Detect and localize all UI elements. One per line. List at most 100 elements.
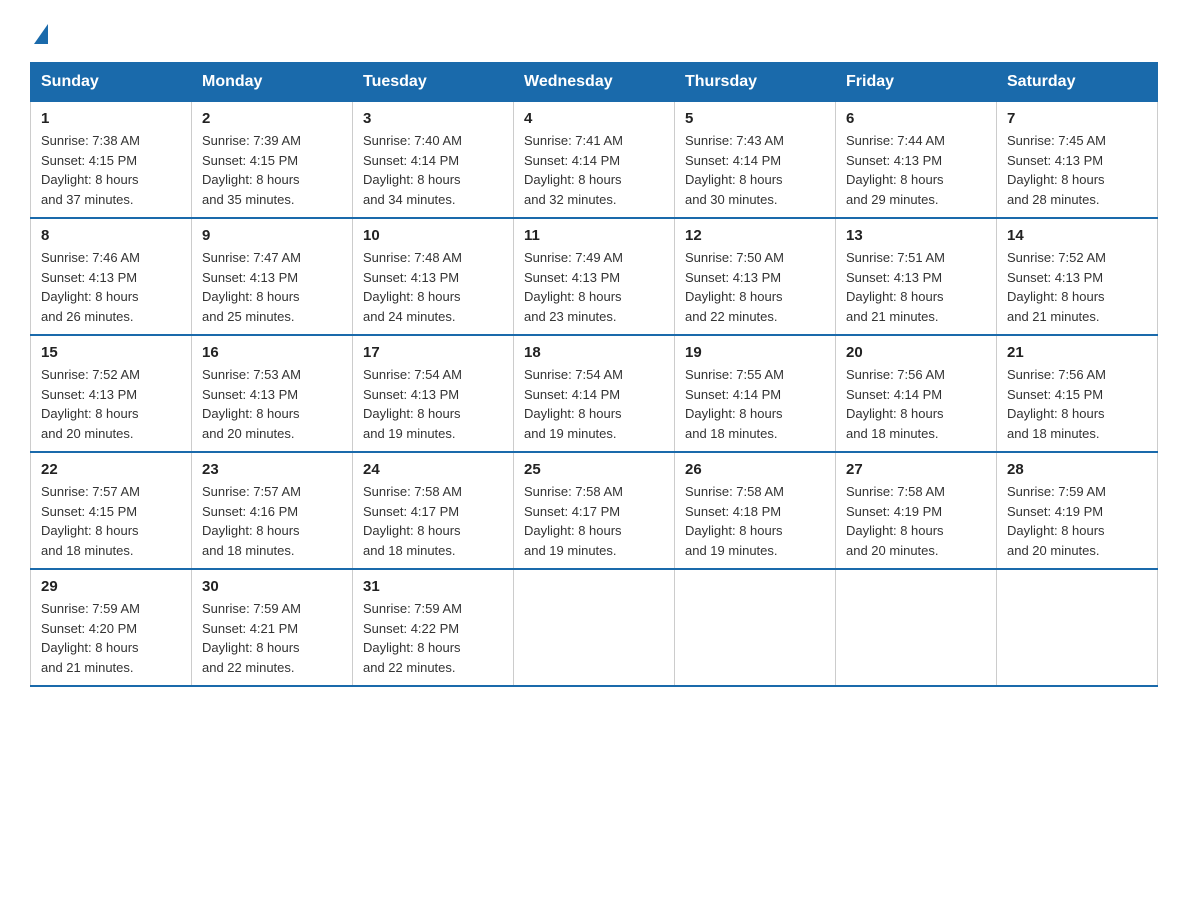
- day-info: Sunrise: 7:52 AMSunset: 4:13 PMDaylight:…: [1007, 248, 1147, 326]
- calendar-week-row: 22 Sunrise: 7:57 AMSunset: 4:15 PMDayligh…: [31, 452, 1158, 569]
- day-number: 30: [202, 578, 342, 595]
- day-info: Sunrise: 7:45 AMSunset: 4:13 PMDaylight:…: [1007, 131, 1147, 209]
- day-info: Sunrise: 7:54 AMSunset: 4:14 PMDaylight:…: [524, 365, 664, 443]
- weekday-header: Friday: [836, 63, 997, 102]
- logo-triangle-icon: [34, 24, 48, 44]
- calendar-cell: 1Sunrise: 7:38 AMSunset: 4:15 PMDaylight…: [31, 102, 192, 219]
- day-info: Sunrise: 7:59 AMSunset: 4:22 PMDaylight:…: [363, 599, 503, 677]
- calendar-cell: [836, 569, 997, 686]
- calendar-cell: 3 Sunrise: 7:40 AMSunset: 4:14 PMDaylight…: [353, 102, 514, 219]
- day-number: 11: [524, 227, 664, 244]
- calendar-cell: 31 Sunrise: 7:59 AMSunset: 4:22 PMDayligh…: [353, 569, 514, 686]
- day-info: Sunrise: 7:50 AMSunset: 4:13 PMDaylight:…: [685, 248, 825, 326]
- day-info: Sunrise: 7:43 AMSunset: 4:14 PMDaylight:…: [685, 131, 825, 209]
- day-number: 22: [41, 461, 181, 478]
- day-number: 28: [1007, 461, 1147, 478]
- day-number: 23: [202, 461, 342, 478]
- weekday-header: Sunday: [31, 63, 192, 102]
- calendar-cell: 27 Sunrise: 7:58 AMSunset: 4:19 PMDayligh…: [836, 452, 997, 569]
- day-number: 8: [41, 227, 181, 244]
- day-number: 1: [41, 110, 181, 127]
- day-info: Sunrise: 7:59 AMSunset: 4:19 PMDaylight:…: [1007, 482, 1147, 560]
- day-info: Sunrise: 7:48 AMSunset: 4:13 PMDaylight:…: [363, 248, 503, 326]
- day-info: Sunrise: 7:57 AMSunset: 4:15 PMDaylight:…: [41, 482, 181, 560]
- calendar-cell: 7 Sunrise: 7:45 AMSunset: 4:13 PMDaylight…: [997, 102, 1158, 219]
- day-number: 14: [1007, 227, 1147, 244]
- calendar-cell: 12 Sunrise: 7:50 AMSunset: 4:13 PMDayligh…: [675, 218, 836, 335]
- calendar-week-row: 29 Sunrise: 7:59 AMSunset: 4:20 PMDayligh…: [31, 569, 1158, 686]
- calendar-cell: 18 Sunrise: 7:54 AMSunset: 4:14 PMDayligh…: [514, 335, 675, 452]
- calendar-cell: 5 Sunrise: 7:43 AMSunset: 4:14 PMDaylight…: [675, 102, 836, 219]
- day-info: Sunrise: 7:52 AMSunset: 4:13 PMDaylight:…: [41, 365, 181, 443]
- day-info: Sunrise: 7:53 AMSunset: 4:13 PMDaylight:…: [202, 365, 342, 443]
- calendar-cell: 29 Sunrise: 7:59 AMSunset: 4:20 PMDayligh…: [31, 569, 192, 686]
- day-info: Sunrise: 7:55 AMSunset: 4:14 PMDaylight:…: [685, 365, 825, 443]
- day-info: Sunrise: 7:58 AMSunset: 4:17 PMDaylight:…: [524, 482, 664, 560]
- weekday-header: Monday: [192, 63, 353, 102]
- calendar-cell: 22 Sunrise: 7:57 AMSunset: 4:15 PMDayligh…: [31, 452, 192, 569]
- logo: [30, 20, 48, 42]
- day-info: Sunrise: 7:59 AMSunset: 4:21 PMDaylight:…: [202, 599, 342, 677]
- day-number: 3: [363, 110, 503, 127]
- day-info: Sunrise: 7:58 AMSunset: 4:19 PMDaylight:…: [846, 482, 986, 560]
- weekday-header: Tuesday: [353, 63, 514, 102]
- day-info: Sunrise: 7:51 AMSunset: 4:13 PMDaylight:…: [846, 248, 986, 326]
- calendar-cell: [997, 569, 1158, 686]
- calendar-week-row: 1Sunrise: 7:38 AMSunset: 4:15 PMDaylight…: [31, 102, 1158, 219]
- day-number: 9: [202, 227, 342, 244]
- calendar-week-row: 8 Sunrise: 7:46 AMSunset: 4:13 PMDaylight…: [31, 218, 1158, 335]
- day-number: 2: [202, 110, 342, 127]
- day-number: 5: [685, 110, 825, 127]
- day-number: 29: [41, 578, 181, 595]
- day-info: Sunrise: 7:57 AMSunset: 4:16 PMDaylight:…: [202, 482, 342, 560]
- day-number: 12: [685, 227, 825, 244]
- calendar-cell: 24 Sunrise: 7:58 AMSunset: 4:17 PMDayligh…: [353, 452, 514, 569]
- day-number: 26: [685, 461, 825, 478]
- day-number: 7: [1007, 110, 1147, 127]
- calendar-cell: 11 Sunrise: 7:49 AMSunset: 4:13 PMDayligh…: [514, 218, 675, 335]
- calendar-week-row: 15Sunrise: 7:52 AMSunset: 4:13 PMDayligh…: [31, 335, 1158, 452]
- day-number: 27: [846, 461, 986, 478]
- day-info: Sunrise: 7:56 AMSunset: 4:14 PMDaylight:…: [846, 365, 986, 443]
- calendar-cell: 17 Sunrise: 7:54 AMSunset: 4:13 PMDayligh…: [353, 335, 514, 452]
- calendar-cell: 16 Sunrise: 7:53 AMSunset: 4:13 PMDayligh…: [192, 335, 353, 452]
- day-number: 25: [524, 461, 664, 478]
- day-number: 21: [1007, 344, 1147, 361]
- day-info: Sunrise: 7:49 AMSunset: 4:13 PMDaylight:…: [524, 248, 664, 326]
- day-info: Sunrise: 7:59 AMSunset: 4:20 PMDaylight:…: [41, 599, 181, 677]
- day-info: Sunrise: 7:56 AMSunset: 4:15 PMDaylight:…: [1007, 365, 1147, 443]
- day-number: 17: [363, 344, 503, 361]
- day-number: 18: [524, 344, 664, 361]
- day-number: 4: [524, 110, 664, 127]
- day-info: Sunrise: 7:46 AMSunset: 4:13 PMDaylight:…: [41, 248, 181, 326]
- day-info: Sunrise: 7:58 AMSunset: 4:18 PMDaylight:…: [685, 482, 825, 560]
- day-info: Sunrise: 7:58 AMSunset: 4:17 PMDaylight:…: [363, 482, 503, 560]
- page-header: [30, 20, 1158, 42]
- calendar-cell: 30 Sunrise: 7:59 AMSunset: 4:21 PMDayligh…: [192, 569, 353, 686]
- calendar-cell: 28 Sunrise: 7:59 AMSunset: 4:19 PMDayligh…: [997, 452, 1158, 569]
- day-info: Sunrise: 7:54 AMSunset: 4:13 PMDaylight:…: [363, 365, 503, 443]
- calendar-cell: 26 Sunrise: 7:58 AMSunset: 4:18 PMDayligh…: [675, 452, 836, 569]
- day-info: Sunrise: 7:40 AMSunset: 4:14 PMDaylight:…: [363, 131, 503, 209]
- day-number: 24: [363, 461, 503, 478]
- calendar-cell: 13Sunrise: 7:51 AMSunset: 4:13 PMDayligh…: [836, 218, 997, 335]
- calendar-cell: 10 Sunrise: 7:48 AMSunset: 4:13 PMDayligh…: [353, 218, 514, 335]
- day-number: 10: [363, 227, 503, 244]
- day-number: 16: [202, 344, 342, 361]
- weekday-header: Thursday: [675, 63, 836, 102]
- calendar-cell: 4Sunrise: 7:41 AMSunset: 4:14 PMDaylight…: [514, 102, 675, 219]
- calendar-cell: 8 Sunrise: 7:46 AMSunset: 4:13 PMDaylight…: [31, 218, 192, 335]
- calendar-cell: 15Sunrise: 7:52 AMSunset: 4:13 PMDayligh…: [31, 335, 192, 452]
- weekday-header: Wednesday: [514, 63, 675, 102]
- calendar-cell: [514, 569, 675, 686]
- calendar-header-row: SundayMondayTuesdayWednesdayThursdayFrid…: [31, 63, 1158, 102]
- day-number: 19: [685, 344, 825, 361]
- calendar-cell: 20 Sunrise: 7:56 AMSunset: 4:14 PMDayligh…: [836, 335, 997, 452]
- calendar-cell: 9Sunrise: 7:47 AMSunset: 4:13 PMDaylight…: [192, 218, 353, 335]
- day-info: Sunrise: 7:39 AMSunset: 4:15 PMDaylight:…: [202, 131, 342, 209]
- calendar-cell: 23 Sunrise: 7:57 AMSunset: 4:16 PMDayligh…: [192, 452, 353, 569]
- day-number: 20: [846, 344, 986, 361]
- day-number: 31: [363, 578, 503, 595]
- calendar-cell: 2 Sunrise: 7:39 AMSunset: 4:15 PMDaylight…: [192, 102, 353, 219]
- calendar-table: SundayMondayTuesdayWednesdayThursdayFrid…: [30, 62, 1158, 687]
